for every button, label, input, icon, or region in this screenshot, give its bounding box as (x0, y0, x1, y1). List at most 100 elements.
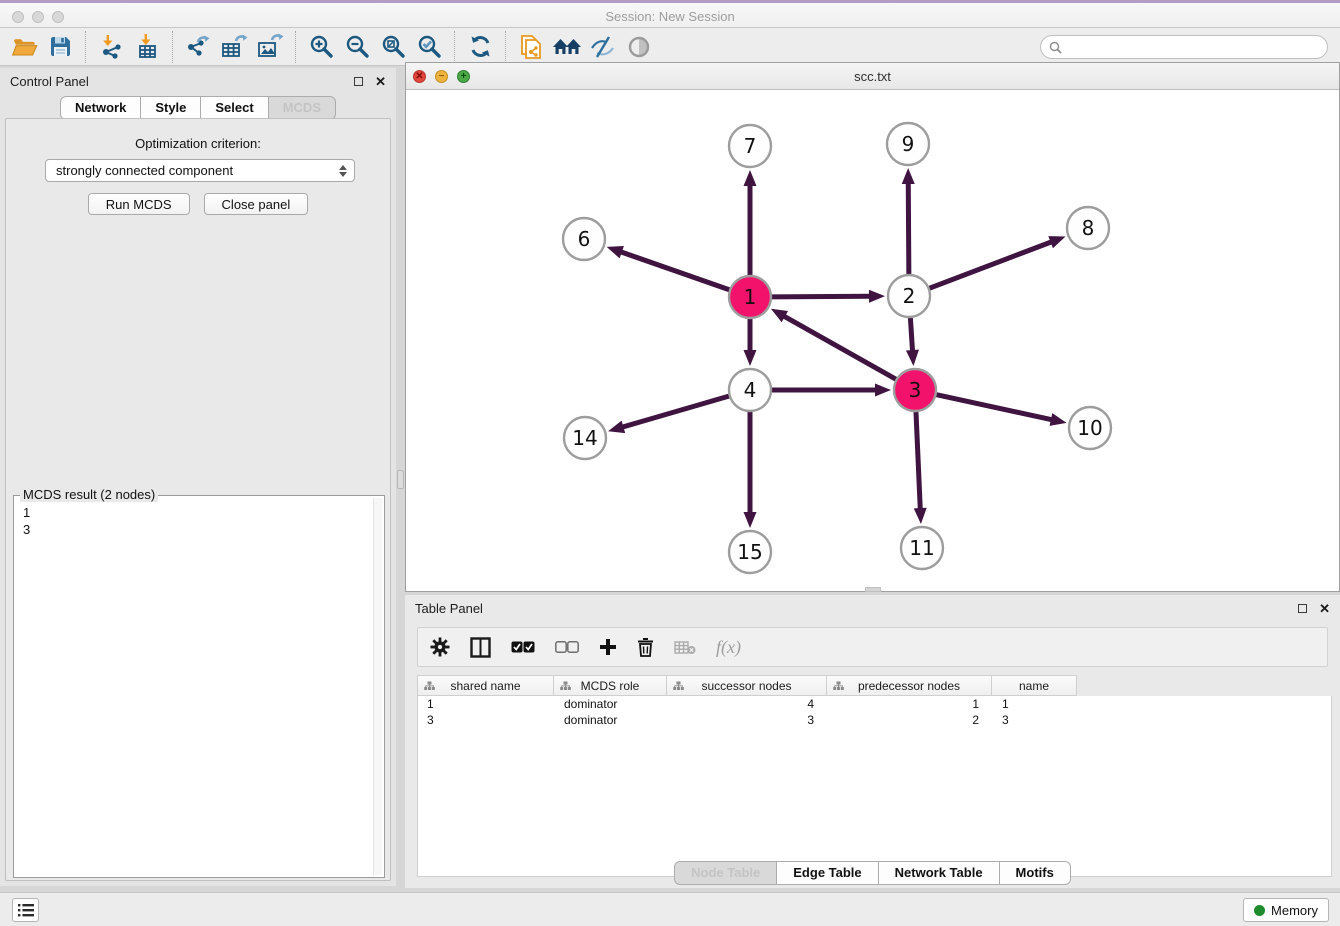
run-mcds-button[interactable]: Run MCDS (88, 193, 190, 215)
graph-node-8[interactable]: 8 (1067, 207, 1109, 249)
graph-node-label: 3 (909, 378, 922, 402)
zoom-out-icon[interactable] (339, 31, 375, 63)
graph-node-15[interactable]: 15 (729, 531, 771, 573)
table-cell[interactable]: 2 (828, 713, 993, 727)
graph-edge-2-3[interactable] (906, 318, 919, 366)
graph-node-4[interactable]: 4 (729, 369, 771, 411)
close-panel-icon[interactable]: ✕ (1319, 602, 1330, 615)
graph-edge-3-11[interactable] (914, 412, 927, 524)
tab-node-table[interactable]: Node Table (674, 861, 777, 885)
search-input[interactable] (1062, 40, 1327, 54)
table-cell[interactable]: 3 (993, 713, 1078, 727)
column-header-shared-name[interactable]: shared name (417, 675, 554, 696)
column-header-mcds-role[interactable]: MCDS role (554, 675, 667, 696)
deselect-all-checkboxes-icon[interactable] (555, 641, 579, 653)
graph-node-6[interactable]: 6 (563, 218, 605, 260)
columns-icon[interactable] (470, 637, 491, 658)
criterion-select[interactable]: strongly connected component (45, 159, 355, 182)
graph-node-9[interactable]: 9 (887, 123, 929, 165)
trash-icon[interactable] (637, 637, 654, 657)
result-scrollbar[interactable] (373, 498, 382, 875)
graph-node-11[interactable]: 11 (901, 527, 943, 569)
column-header-successor-nodes[interactable]: successor nodes (667, 675, 827, 696)
mcds-result-list[interactable]: 1 3 (17, 499, 381, 874)
graph-node-3[interactable]: 3 (894, 369, 936, 411)
hide-eye-icon[interactable] (585, 31, 621, 63)
zoom-selected-icon[interactable] (411, 31, 447, 63)
column-header-predecessor-nodes[interactable]: predecessor nodes (827, 675, 992, 696)
refresh-icon[interactable] (462, 31, 498, 63)
graph-edge-3-1[interactable] (771, 309, 896, 379)
search-field[interactable] (1040, 35, 1328, 59)
float-panel-icon[interactable] (354, 77, 363, 86)
copy-network-icon[interactable] (513, 31, 549, 63)
table-row-1[interactable]: 3dominator323 (418, 712, 1331, 728)
close-panel-button[interactable]: Close panel (204, 193, 309, 215)
graph-edge-1-7[interactable] (744, 170, 757, 275)
network-resize-handle[interactable] (865, 587, 881, 592)
zoom-fit-icon[interactable] (375, 31, 411, 63)
graph-node-2[interactable]: 2 (888, 275, 930, 317)
gear-icon[interactable] (430, 637, 450, 657)
graph-edge-1-2[interactable] (772, 290, 885, 303)
network-minimize-icon[interactable]: − (435, 70, 448, 83)
table-cell[interactable]: dominator (555, 713, 668, 727)
control-panel-tabs: Network Style Select MCDS (0, 96, 396, 120)
network-graph[interactable]: 1 2 3 4 6 7 8 9 10 11 14 15 (406, 90, 1339, 591)
add-column-icon[interactable] (599, 638, 617, 656)
export-table-icon[interactable] (216, 31, 252, 63)
close-panel-icon[interactable]: ✕ (375, 75, 386, 88)
graph-edge-1-6[interactable] (607, 246, 730, 290)
tab-style[interactable]: Style (141, 96, 201, 120)
graph-node-10[interactable]: 10 (1069, 407, 1111, 449)
network-maximize-icon[interactable]: + (457, 70, 470, 83)
zoom-in-icon[interactable] (303, 31, 339, 63)
table-panel-title: Table Panel (415, 601, 483, 616)
graph-node-1[interactable]: 1 (729, 276, 771, 318)
graph-edge-3-10[interactable] (936, 395, 1066, 426)
graph-edge-4-15[interactable] (744, 412, 757, 528)
table-cell[interactable]: 1 (418, 697, 555, 711)
table-row-0[interactable]: 1dominator411 (418, 696, 1331, 712)
tab-motifs[interactable]: Motifs (1000, 861, 1071, 885)
tab-network-table[interactable]: Network Table (879, 861, 1000, 885)
import-table-icon[interactable] (129, 31, 165, 63)
graph-edge-4-3[interactable] (772, 384, 891, 397)
column-header-name[interactable]: name (992, 675, 1077, 696)
tab-edge-table[interactable]: Edge Table (777, 861, 878, 885)
graph-edge-1-4[interactable] (744, 319, 757, 366)
graph-node-label: 4 (744, 378, 757, 402)
function-builder-icon[interactable]: f(x) (716, 637, 741, 658)
float-panel-icon[interactable] (1298, 604, 1307, 613)
select-all-checkboxes-icon[interactable] (511, 641, 535, 653)
save-icon[interactable] (42, 31, 78, 63)
network-close-icon[interactable]: ✕ (413, 70, 426, 83)
memory-button[interactable]: Memory (1243, 898, 1329, 922)
eye-icon[interactable] (621, 31, 657, 63)
tab-network[interactable]: Network (60, 96, 141, 120)
table-cell[interactable]: dominator (555, 697, 668, 711)
task-history-button[interactable] (12, 898, 39, 922)
table-cell[interactable]: 3 (668, 713, 828, 727)
status-bar: Memory (0, 892, 1340, 926)
tab-mcds[interactable]: MCDS (269, 96, 336, 120)
export-network-icon[interactable] (180, 31, 216, 63)
graph-node-7[interactable]: 7 (729, 125, 771, 167)
network-view-titlebar[interactable]: ✕ − + scc.txt (406, 63, 1339, 90)
graph-edge-2-9[interactable] (902, 168, 915, 274)
table-cell[interactable]: 1 (993, 697, 1078, 711)
import-network-icon[interactable] (93, 31, 129, 63)
delete-table-icon[interactable] (674, 640, 696, 655)
houses-icon[interactable] (549, 31, 585, 63)
result-line: 3 (23, 521, 375, 538)
tab-select[interactable]: Select (201, 96, 268, 120)
panel-splitter-handle[interactable] (397, 470, 404, 489)
table-cell[interactable]: 4 (668, 697, 828, 711)
export-image-icon[interactable] (252, 31, 288, 63)
graph-edge-4-14[interactable] (608, 396, 729, 433)
table-cell[interactable]: 1 (828, 697, 993, 711)
table-cell[interactable]: 3 (418, 713, 555, 727)
graph-edge-2-8[interactable] (930, 236, 1066, 288)
open-folder-icon[interactable] (6, 31, 42, 63)
graph-node-14[interactable]: 14 (564, 417, 606, 459)
